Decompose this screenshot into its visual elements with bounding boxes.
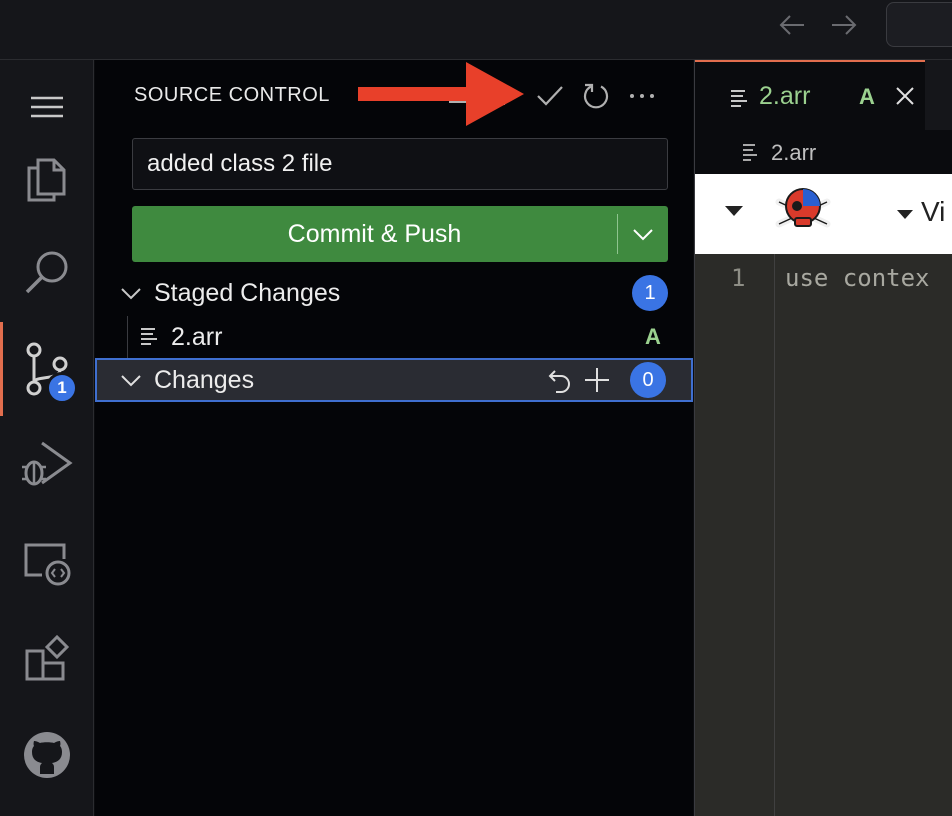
code-line[interactable]: use contex [785, 264, 930, 292]
tab-2-arr[interactable]: 2.arr A [695, 60, 925, 130]
hamburger-icon [31, 96, 63, 118]
discard-all-button[interactable] [545, 365, 575, 395]
editor-area: 2.arr A 2.arr Vi 1 use contex [694, 60, 952, 816]
file-text-icon [141, 328, 157, 345]
source-control-button[interactable]: 1 [0, 322, 94, 416]
changes-label: Changes [154, 365, 255, 394]
breadcrumb-file[interactable]: 2.arr [771, 140, 816, 166]
commit-check-icon [537, 86, 563, 106]
chevron-down-icon [121, 375, 141, 387]
source-control-panel: SOURCE CONTROL Commit & Push Staged Chan… [95, 60, 693, 816]
arrow-left-icon [779, 15, 804, 35]
extensions-button[interactable] [0, 612, 94, 706]
editor-tabs: 2.arr A [695, 60, 952, 130]
changes-header[interactable]: Changes 0 [95, 358, 693, 402]
refresh-button[interactable] [573, 77, 619, 115]
more-icon [630, 94, 654, 98]
file-text-icon [731, 90, 747, 107]
commit-dropdown-button[interactable] [618, 206, 668, 262]
title-bar [0, 0, 952, 60]
chevron-down-icon [633, 229, 653, 241]
remote-explorer-icon [24, 543, 71, 586]
staged-file-item[interactable]: 2.arr A [95, 315, 693, 359]
tab-status-added: A [859, 84, 875, 109]
pirate-logo-icon [775, 188, 831, 228]
line-gutter: 1 [695, 254, 775, 816]
run-debug-icon [22, 441, 73, 486]
forward-button[interactable] [829, 10, 859, 40]
tab-label: 2.arr [759, 82, 811, 110]
staged-file-name: 2.arr [171, 322, 223, 351]
file-status-added: A [645, 324, 661, 349]
command-center[interactable] [886, 2, 952, 47]
file-text-icon [743, 144, 757, 161]
remote-explorer-button[interactable] [0, 516, 94, 610]
arrow-right-icon [832, 15, 857, 35]
changes-count-badge: 0 [630, 362, 666, 398]
undo-icon [548, 370, 570, 393]
search-button[interactable] [0, 226, 94, 320]
breadcrumb: 2.arr [695, 130, 952, 174]
staged-changes-header[interactable]: Staged Changes 1 [95, 271, 693, 315]
plus-icon [585, 368, 609, 392]
commit-message-input[interactable] [132, 138, 668, 190]
activity-bar: 1 [0, 60, 94, 816]
annotation-arrow [358, 62, 524, 126]
more-actions-button[interactable] [619, 77, 665, 115]
toolbar-view-label[interactable]: Vi [921, 196, 945, 228]
files-icon [27, 158, 66, 202]
toolbar-dropdown-caret[interactable] [725, 206, 743, 216]
refresh-icon [583, 83, 609, 109]
close-icon [896, 87, 914, 105]
search-icon [25, 251, 68, 294]
github-button[interactable] [0, 708, 94, 802]
stage-all-button[interactable] [582, 365, 612, 395]
line-number: 1 [731, 264, 746, 292]
toolbar-view-caret[interactable] [897, 210, 913, 219]
staged-count-badge: 1 [632, 275, 668, 311]
extensions-icon [25, 635, 70, 681]
panel-title: SOURCE CONTROL [134, 84, 330, 106]
commit-and-push-button[interactable]: Commit & Push [132, 206, 617, 262]
run-debug-button[interactable] [0, 416, 94, 510]
staged-changes-label: Staged Changes [154, 278, 341, 307]
editor-toolbar: Vi [695, 174, 952, 254]
chevron-down-icon [121, 288, 141, 300]
source-control-badge: 1 [46, 372, 78, 404]
tab-close-button[interactable] [891, 82, 919, 110]
commit-button-group: Commit & Push [132, 206, 668, 262]
github-icon [24, 732, 70, 778]
back-button[interactable] [777, 10, 807, 40]
explorer-button[interactable] [0, 130, 94, 224]
